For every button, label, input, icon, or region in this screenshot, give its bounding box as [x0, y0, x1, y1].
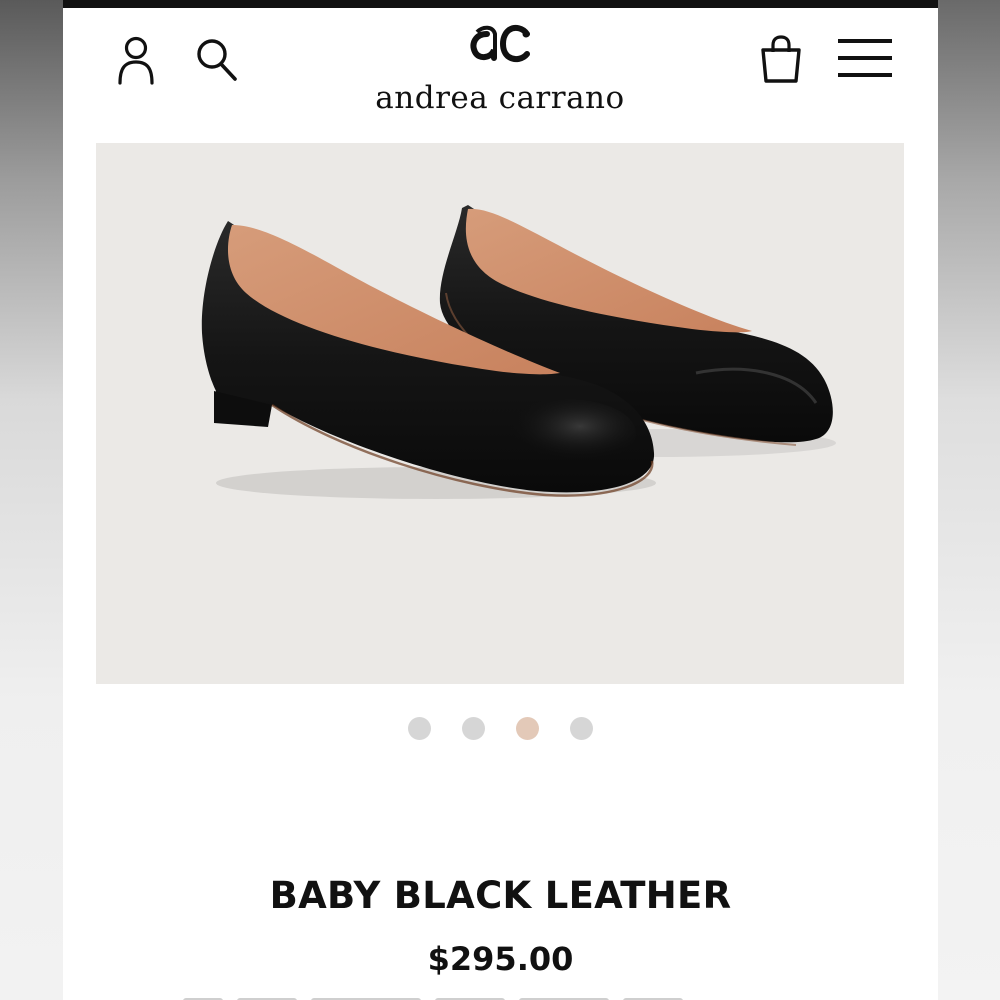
menu-icon[interactable] — [838, 37, 892, 79]
carousel-dot[interactable] — [462, 717, 485, 740]
brand-logo[interactable]: andrea carrano — [325, 20, 675, 116]
shopping-bag-icon[interactable] — [759, 34, 803, 84]
brand-name: andrea carrano — [375, 80, 625, 116]
site-header: andrea carrano — [63, 8, 938, 138]
carousel-dot[interactable] — [408, 717, 431, 740]
search-icon[interactable] — [195, 37, 239, 83]
ballet-flats-illustration — [201, 205, 836, 499]
account-icon[interactable] — [116, 35, 156, 85]
product-image[interactable] — [96, 143, 904, 684]
carousel-dots — [63, 717, 938, 741]
right-background — [938, 0, 1000, 1000]
product-price: $295.00 — [427, 940, 574, 978]
brand-monogram-icon — [470, 24, 530, 63]
left-background — [0, 0, 63, 1000]
product-title: BABY BLACK LEATHER — [269, 874, 732, 917]
mobile-page: andrea carrano BABY BLACK LEATHER $295.0… — [63, 0, 938, 1000]
carousel-dot-active[interactable] — [516, 717, 539, 740]
carousel-dot[interactable] — [570, 717, 593, 740]
